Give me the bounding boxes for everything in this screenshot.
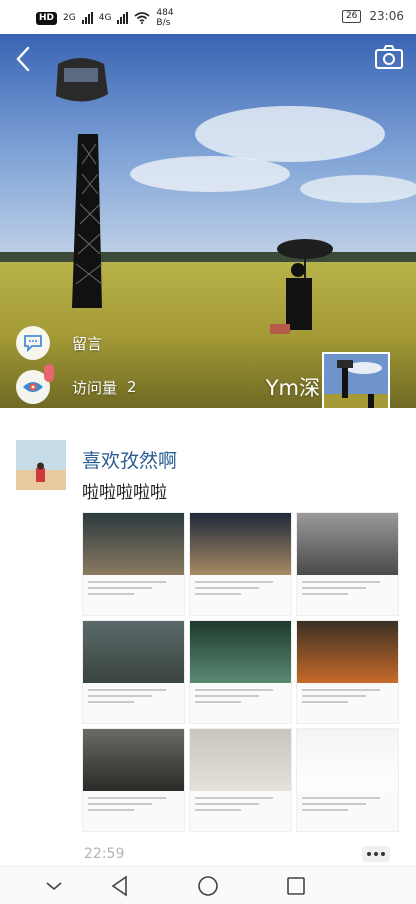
post-author-name[interactable]: 喜欢孜然啊 bbox=[82, 446, 177, 473]
thumbnail-photo bbox=[190, 513, 291, 575]
thumbnail-caption-lines bbox=[83, 683, 184, 713]
thumbnail-caption-lines bbox=[83, 575, 184, 605]
net-speed: 484 B/s bbox=[156, 8, 174, 28]
thumbnail-caption-lines bbox=[297, 791, 398, 821]
dot-icon bbox=[381, 852, 385, 856]
avatar-image bbox=[324, 354, 388, 408]
thumbnail-caption-lines bbox=[297, 683, 398, 713]
battery-icon: 26 bbox=[341, 9, 362, 23]
author-avatar-image bbox=[16, 440, 66, 490]
post-image-thumbnail[interactable] bbox=[82, 620, 185, 724]
visits-label: 访问量 bbox=[72, 378, 118, 397]
dot-icon bbox=[374, 852, 378, 856]
thumbnail-photo bbox=[83, 513, 184, 575]
thumbnail-photo bbox=[297, 621, 398, 683]
eye-icon bbox=[16, 364, 54, 404]
thumbnail-photo bbox=[297, 513, 398, 575]
thumbnail-caption-lines bbox=[190, 791, 291, 821]
status-time: 23:06 bbox=[369, 9, 404, 23]
thumbnail-caption-lines bbox=[190, 575, 291, 605]
visits-count: 2 bbox=[127, 378, 137, 396]
chevron-down-icon[interactable] bbox=[40, 873, 68, 899]
thumbnail-photo bbox=[83, 729, 184, 791]
message-board-entry[interactable]: 留言 bbox=[16, 326, 102, 360]
message-bubble-icon bbox=[16, 326, 50, 360]
hd-badge: HD bbox=[36, 11, 58, 25]
status-right: 26 23:06 bbox=[341, 9, 404, 23]
home-circle-icon[interactable] bbox=[194, 873, 222, 899]
thumbnail-photo bbox=[190, 621, 291, 683]
thumbnail-photo bbox=[297, 729, 398, 791]
thumbnail-caption-lines bbox=[83, 791, 184, 821]
wifi-icon bbox=[134, 12, 150, 24]
camera-icon[interactable] bbox=[374, 44, 404, 70]
thumbnail-photo bbox=[190, 729, 291, 791]
visits-entry[interactable]: 访问量 2 bbox=[16, 364, 137, 404]
post-author-avatar[interactable] bbox=[16, 440, 66, 490]
post-image-thumbnail[interactable] bbox=[296, 512, 399, 616]
message-label: 留言 bbox=[72, 334, 103, 353]
signal-icon bbox=[81, 12, 93, 24]
post-image-thumbnail[interactable] bbox=[296, 620, 399, 724]
back-triangle-icon[interactable] bbox=[106, 873, 134, 899]
system-nav-bar bbox=[0, 866, 416, 904]
post-image-thumbnail[interactable] bbox=[189, 620, 292, 724]
post-text: 啦啦啦啦啦 bbox=[82, 483, 167, 503]
network-4g-label: 4G bbox=[98, 13, 112, 23]
profile-username: Ym深 bbox=[265, 376, 320, 400]
back-chevron-icon[interactable] bbox=[10, 44, 36, 74]
profile-avatar[interactable] bbox=[322, 352, 390, 408]
recent-apps-icon[interactable] bbox=[282, 873, 310, 899]
more-options-button[interactable] bbox=[362, 846, 390, 862]
thumbnail-caption-lines bbox=[190, 683, 291, 713]
post-image-thumbnail[interactable] bbox=[189, 728, 292, 832]
post-image-grid bbox=[82, 512, 400, 832]
signal-icon bbox=[117, 12, 129, 24]
post-image-thumbnail[interactable] bbox=[82, 512, 185, 616]
post-image-thumbnail[interactable] bbox=[296, 728, 399, 832]
dot-icon bbox=[367, 852, 371, 856]
post-time: 22:59 bbox=[84, 846, 125, 862]
profile-cover: 留言 访问量 2 Ym深 bbox=[0, 34, 416, 408]
status-bar: HD 2G 4G 484 B/s 26 23:06 bbox=[0, 0, 416, 34]
network-2g-label: 2G bbox=[63, 13, 76, 23]
thumbnail-caption-lines bbox=[297, 575, 398, 605]
post-image-thumbnail[interactable] bbox=[82, 728, 185, 832]
thumbnail-photo bbox=[83, 621, 184, 683]
status-left: HD 2G 4G 484 B/s bbox=[36, 8, 174, 28]
new-badge bbox=[44, 364, 54, 382]
post-image-thumbnail[interactable] bbox=[189, 512, 292, 616]
